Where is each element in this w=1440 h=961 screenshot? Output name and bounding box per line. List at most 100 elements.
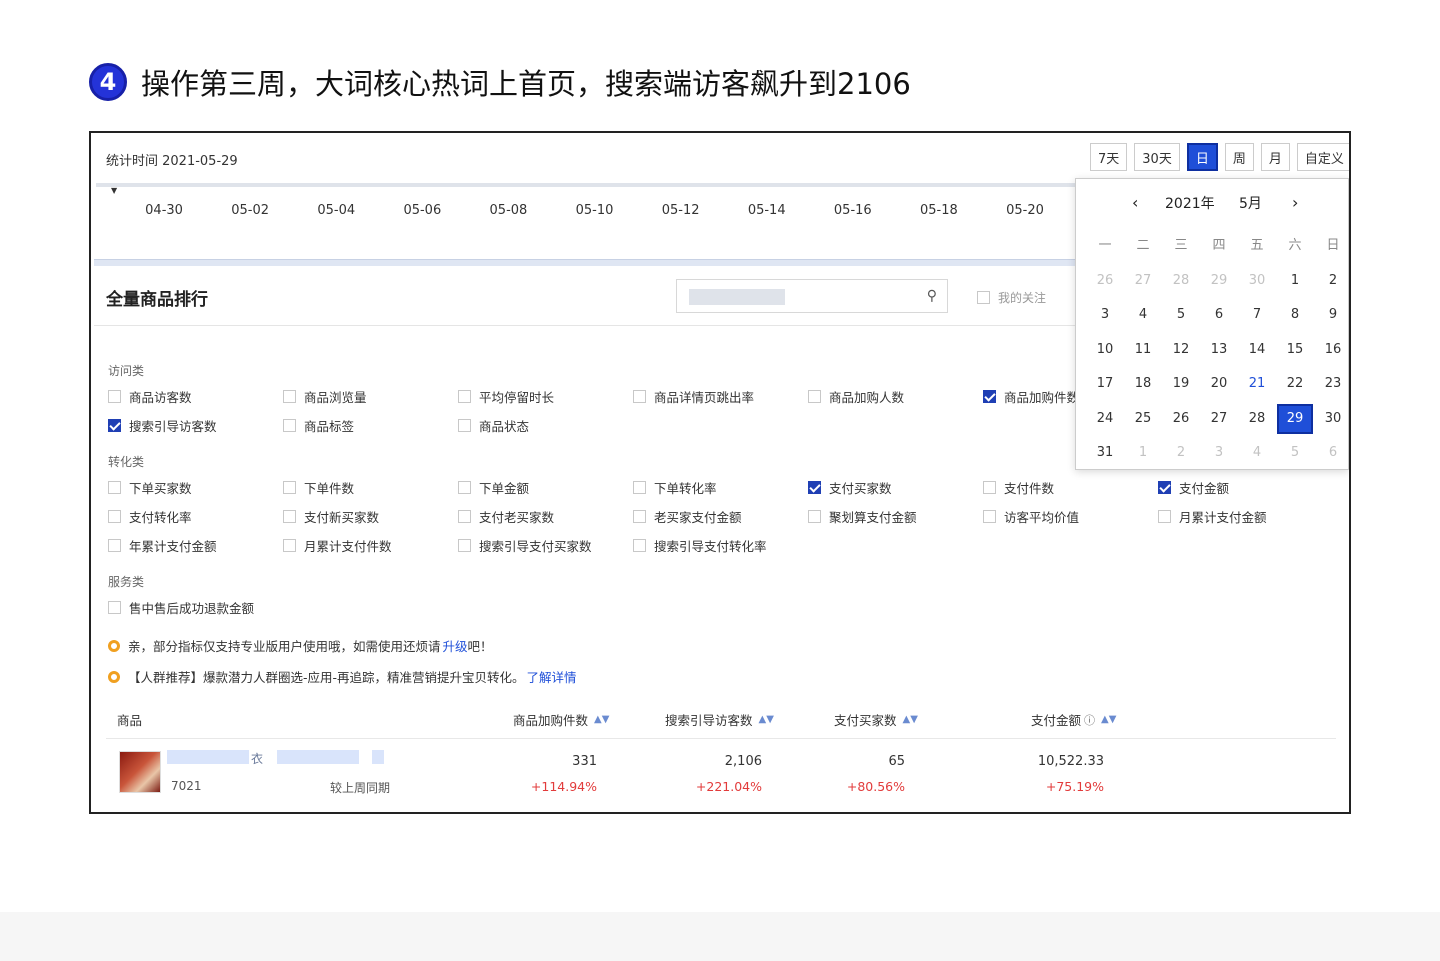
metric-option[interactable]: 支付买家数 xyxy=(808,478,892,497)
sort-icon[interactable]: ▲▼ xyxy=(1101,714,1116,725)
timeline-date[interactable]: 05-18 xyxy=(896,203,982,218)
calendar-day[interactable]: 21 xyxy=(1238,369,1276,399)
calendar-day[interactable]: 9 xyxy=(1314,300,1349,330)
metric-option[interactable]: 下单件数 xyxy=(283,478,354,497)
metric-checkbox[interactable] xyxy=(633,539,646,552)
calendar-day[interactable]: 30 xyxy=(1238,266,1276,296)
metric-checkbox[interactable] xyxy=(458,510,471,523)
metric-checkbox[interactable] xyxy=(283,539,296,552)
calendar-day[interactable]: 15 xyxy=(1276,335,1314,365)
calendar-day[interactable]: 3 xyxy=(1200,438,1238,468)
calendar-day[interactable]: 2 xyxy=(1162,438,1200,468)
calendar-day[interactable]: 4 xyxy=(1124,300,1162,330)
calendar-day[interactable]: 16 xyxy=(1314,335,1349,365)
metric-option[interactable]: 商品加购件数 xyxy=(983,387,1079,406)
calendar-day[interactable]: 12 xyxy=(1162,335,1200,365)
timeline-date[interactable]: 05-20 xyxy=(982,203,1068,218)
metric-checkbox[interactable] xyxy=(458,419,471,432)
period-button[interactable]: 7天 xyxy=(1090,143,1128,171)
calendar-day[interactable]: 5 xyxy=(1162,300,1200,330)
metric-option[interactable]: 支付件数 xyxy=(983,478,1054,497)
metric-checkbox[interactable] xyxy=(633,390,646,403)
calendar-day[interactable]: 19 xyxy=(1162,369,1200,399)
calendar-day[interactable]: 11 xyxy=(1124,335,1162,365)
metric-option[interactable]: 老买家支付金额 xyxy=(633,507,742,526)
calendar-month[interactable]: 5月 xyxy=(1239,193,1262,213)
metric-checkbox[interactable] xyxy=(633,481,646,494)
metric-checkbox[interactable] xyxy=(108,419,121,432)
calendar-day[interactable]: 26 xyxy=(1086,266,1124,296)
calendar-day[interactable]: 23 xyxy=(1314,369,1349,399)
period-button[interactable]: 月 xyxy=(1260,143,1290,171)
learn-more-link[interactable]: 了解详情 xyxy=(527,667,577,686)
help-icon[interactable]: ⓘ xyxy=(1084,712,1095,728)
calendar-day[interactable]: 6 xyxy=(1314,438,1349,468)
upgrade-link[interactable]: 升级 xyxy=(443,636,468,655)
calendar-day[interactable]: 14 xyxy=(1238,335,1276,365)
timeline-date[interactable]: 05-12 xyxy=(638,203,724,218)
calendar-day[interactable]: 1 xyxy=(1276,266,1314,296)
metric-option[interactable]: 搜索引导支付转化率 xyxy=(633,536,767,555)
metric-checkbox[interactable] xyxy=(1158,481,1171,494)
metric-checkbox[interactable] xyxy=(983,481,996,494)
period-button[interactable]: 周 xyxy=(1224,143,1254,171)
calendar-day[interactable]: 13 xyxy=(1200,335,1238,365)
calendar-day[interactable]: 8 xyxy=(1276,300,1314,330)
calendar-day[interactable]: 24 xyxy=(1086,404,1124,434)
metric-option[interactable]: 搜索引导支付买家数 xyxy=(458,536,592,555)
metric-checkbox[interactable] xyxy=(983,510,996,523)
metric-option[interactable]: 商品标签 xyxy=(283,416,354,435)
timeline-track[interactable] xyxy=(96,183,1076,187)
timeline-date[interactable]: 05-10 xyxy=(551,203,637,218)
col-header-search-visitors[interactable]: 搜索引导访客数 ▲▼ xyxy=(665,710,774,729)
timeline-date[interactable]: 04-30 xyxy=(121,203,207,218)
calendar-day-selected[interactable]: 29 xyxy=(1277,403,1313,434)
metric-option[interactable]: 访客平均价值 xyxy=(983,507,1079,526)
metric-option[interactable]: 下单买家数 xyxy=(108,478,192,497)
metric-checkbox[interactable] xyxy=(633,510,646,523)
calendar-day[interactable]: 17 xyxy=(1086,369,1124,399)
calendar-day[interactable]: 3 xyxy=(1086,300,1124,330)
metric-checkbox[interactable] xyxy=(1158,510,1171,523)
metric-checkbox[interactable] xyxy=(283,481,296,494)
metric-checkbox[interactable] xyxy=(808,390,821,403)
period-button[interactable]: 日 xyxy=(1186,143,1218,171)
chevron-left-icon[interactable]: ‹ xyxy=(1132,193,1138,212)
timeline-date[interactable]: 05-08 xyxy=(465,203,551,218)
metric-option[interactable]: 月累计支付件数 xyxy=(283,536,392,555)
metric-option[interactable]: 支付金额 xyxy=(1158,478,1229,497)
calendar-day[interactable]: 22 xyxy=(1276,369,1314,399)
calendar-day[interactable]: 30 xyxy=(1314,404,1349,434)
calendar-day[interactable]: 2 xyxy=(1314,266,1349,296)
timeline-date[interactable]: 05-04 xyxy=(293,203,379,218)
metric-option[interactable]: 聚划算支付金额 xyxy=(808,507,917,526)
timeline-date[interactable]: 05-02 xyxy=(207,203,293,218)
metric-option[interactable]: 商品加购人数 xyxy=(808,387,904,406)
metric-option[interactable]: 支付新买家数 xyxy=(283,507,379,526)
timeline-date[interactable]: 05-14 xyxy=(724,203,810,218)
sort-icon[interactable]: ▲▼ xyxy=(903,714,918,725)
metric-checkbox[interactable] xyxy=(108,390,121,403)
calendar-day[interactable]: 31 xyxy=(1086,438,1124,468)
calendar-day[interactable]: 6 xyxy=(1200,300,1238,330)
calendar-day[interactable]: 26 xyxy=(1162,404,1200,434)
product-search-input[interactable]: ⚲ xyxy=(676,279,948,313)
chevron-right-icon[interactable]: › xyxy=(1292,193,1298,212)
product-thumbnail[interactable] xyxy=(119,751,161,793)
col-header-pay-buyers[interactable]: 支付买家数 ▲▼ xyxy=(834,710,918,729)
metric-option[interactable]: 下单转化率 xyxy=(633,478,717,497)
period-button[interactable]: 自定义 xyxy=(1296,143,1349,171)
metric-option[interactable]: 商品浏览量 xyxy=(283,387,367,406)
metric-option[interactable]: 商品状态 xyxy=(458,416,529,435)
calendar-day[interactable]: 7 xyxy=(1238,300,1276,330)
metric-option[interactable]: 月累计支付金额 xyxy=(1158,507,1267,526)
col-header-pay-amount[interactable]: 支付金额 ⓘ ▲▼ xyxy=(1031,710,1116,729)
timeline-date[interactable]: 05-06 xyxy=(379,203,465,218)
metric-checkbox[interactable] xyxy=(458,390,471,403)
calendar-day[interactable]: 27 xyxy=(1200,404,1238,434)
metric-checkbox[interactable] xyxy=(283,510,296,523)
calendar-day[interactable]: 28 xyxy=(1238,404,1276,434)
calendar-day[interactable]: 10 xyxy=(1086,335,1124,365)
metric-checkbox[interactable] xyxy=(108,601,121,614)
metric-option[interactable]: 平均停留时长 xyxy=(458,387,554,406)
